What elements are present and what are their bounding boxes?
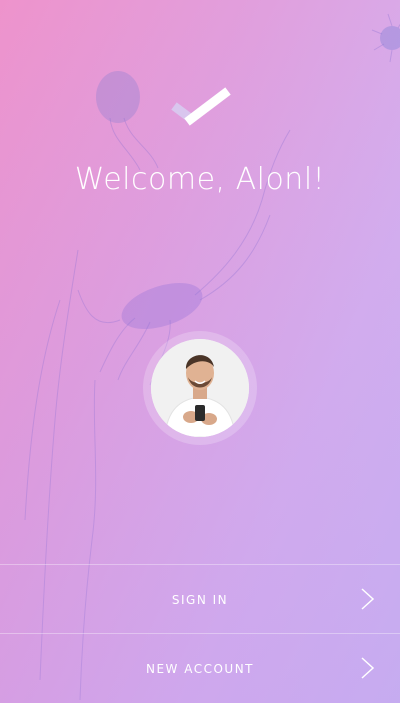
checkmark-icon [171,87,231,126]
new-account-button[interactable]: NEW ACCOUNT [0,633,400,703]
avatar-ring [143,331,257,445]
sign-in-button[interactable]: SIGN IN [0,564,400,634]
welcome-screen: Welcome, Alonl! SIGN IN NEW ACCOUNT [0,0,400,703]
sign-in-label: SIGN IN [171,593,229,607]
avatar[interactable] [151,339,249,437]
welcome-title: Welcome, Alonl! [74,162,326,197]
user-avatar-photo [151,339,249,437]
new-account-label: NEW ACCOUNT [145,662,255,676]
chevron-right-icon [361,588,375,610]
chevron-right-icon [361,657,375,679]
